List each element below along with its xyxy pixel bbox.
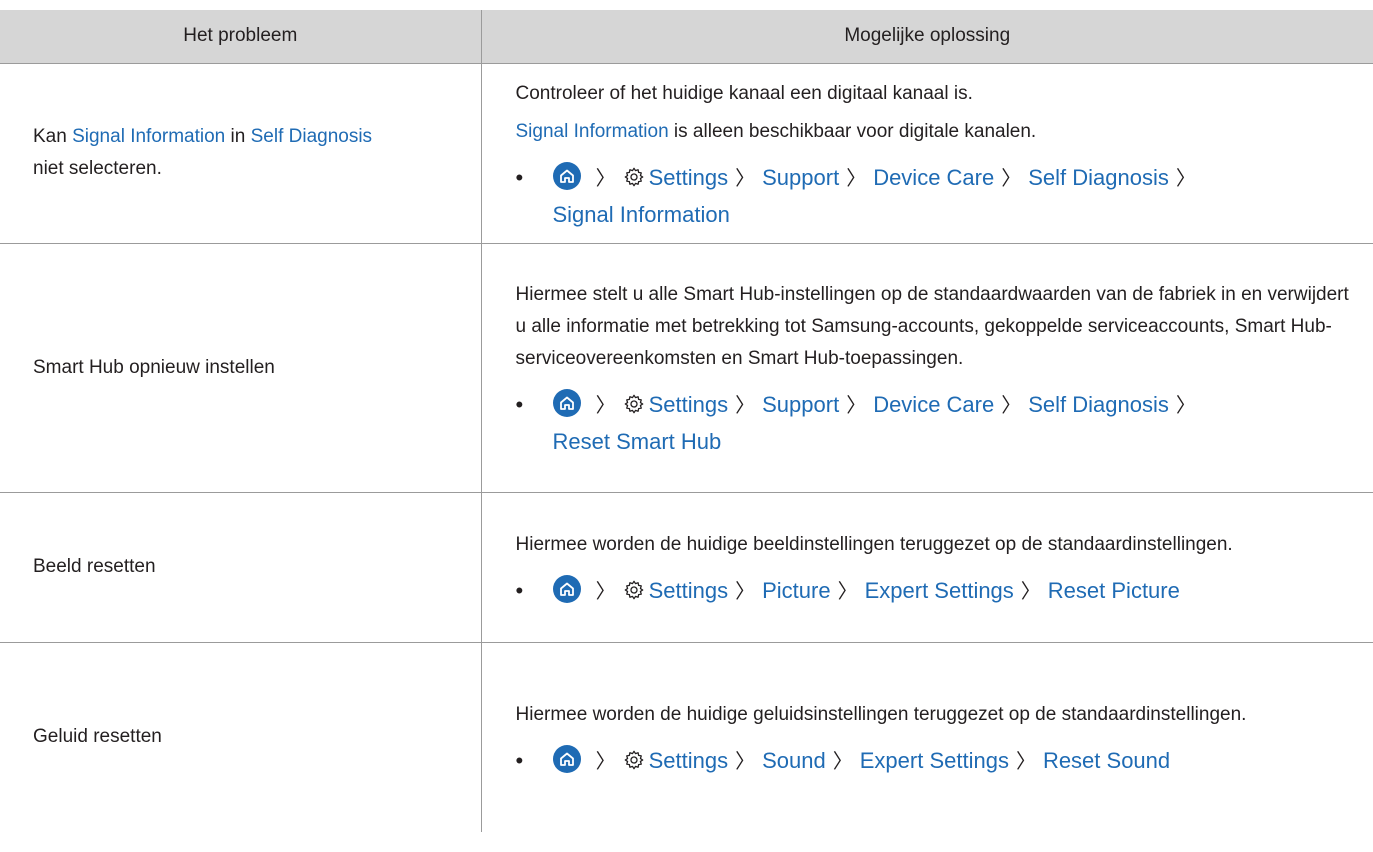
gear-icon: [624, 167, 643, 186]
solution-paragraph: Hiermee worden de huidige geluidsinstell…: [515, 703, 1247, 725]
problem-text-pre: Kan: [33, 126, 73, 147]
gear-icon: [624, 750, 643, 770]
menu-path-item[interactable]: Support: [762, 165, 839, 190]
menu-path: • 〉 Settings 〉 Sound 〉 Expert Settings 〉 Reset …: [516, 743, 1352, 780]
home-icon[interactable]: [552, 744, 581, 773]
problem-cell: Geluid resetten: [0, 642, 482, 832]
solution-cell: Hiermee worden de huidige geluidsinstell…: [481, 642, 1373, 832]
chevron-right-icon: 〉: [1175, 167, 1196, 190]
menu-path-item[interactable]: Settings: [649, 578, 729, 603]
chevron-right-icon: 〉: [1175, 395, 1196, 417]
chevron-right-icon: 〉: [595, 167, 616, 190]
menu-path: • 〉 Settings 〉 Support 〉 Device Care 〉 Self Dia…: [516, 160, 1352, 233]
bullet: •: [515, 164, 524, 190]
solution-paragraph: Signal Information is alleen beschikbaar…: [516, 116, 1352, 148]
troubleshooting-page: Het probleem Mogelijke oplossing Kan Sig…: [0, 0, 1373, 852]
menu-path-item[interactable]: Picture: [762, 578, 830, 603]
table-row: Beeld resetten Hiermee worden de huidige…: [0, 492, 1373, 643]
table-header-row: Het probleem Mogelijke oplossing: [0, 10, 1373, 64]
solution-paragraph: Controleer of het huidige kanaal een dig…: [516, 78, 1352, 110]
problem-text-post: niet selecteren.: [33, 158, 162, 179]
column-header-problem: Het probleem: [0, 10, 482, 64]
home-icon[interactable]: [552, 389, 581, 417]
menu-path-item[interactable]: Self Diagnosis: [1028, 392, 1169, 417]
solution-cell: Controleer of het huidige kanaal een dig…: [481, 63, 1373, 244]
menu-path-item[interactable]: Expert Settings: [860, 748, 1009, 773]
solution-text: Controleer of het huidige kanaal een dig…: [515, 82, 973, 104]
column-header-solution: Mogelijke oplossing: [481, 10, 1373, 64]
menu-path-item[interactable]: Expert Settings: [865, 578, 1014, 603]
menu-path: • 〉 Settings 〉 Support 〉 Device Care 〉 Self Dia…: [516, 387, 1352, 460]
solution-cell: Hiermee stelt u alle Smart Hub-instellin…: [481, 243, 1373, 493]
table-row: Kan Signal Information in Self Diagnosis…: [0, 63, 1373, 244]
chevron-right-icon: 〉: [735, 750, 756, 773]
chevron-right-icon: 〉: [837, 580, 858, 603]
problem-text-mid: in: [225, 126, 251, 147]
chevron-right-icon: 〉: [832, 750, 853, 773]
problem-cell: Beeld resetten: [0, 492, 482, 643]
chevron-right-icon: 〉: [595, 395, 616, 417]
table-row: Smart Hub opnieuw instellen Hiermee stel…: [0, 243, 1373, 493]
chevron-right-icon: 〉: [846, 395, 867, 417]
chevron-right-icon: 〉: [1001, 167, 1022, 190]
menu-path-item[interactable]: Settings: [649, 748, 729, 773]
chevron-right-icon: 〉: [1020, 580, 1041, 603]
menu-path-item[interactable]: Device Care: [873, 165, 994, 190]
gear-icon: [624, 394, 643, 414]
problem-cell: Smart Hub opnieuw instellen: [0, 243, 482, 493]
menu-path-item[interactable]: Reset Picture: [1048, 578, 1180, 603]
chevron-right-icon: 〉: [595, 580, 616, 603]
self-diagnosis-link[interactable]: Self Diagnosis: [251, 126, 372, 147]
menu-path: • 〉 Settings 〉 Picture 〉 Expert Settings 〉 Rese…: [516, 573, 1352, 610]
menu-path-item[interactable]: Self Diagnosis: [1028, 165, 1169, 190]
chevron-right-icon: 〉: [1001, 395, 1022, 417]
signal-information-link[interactable]: Signal Information: [72, 126, 225, 147]
solution-paragraph: Hiermee stelt u alle Smart Hub-instellin…: [515, 284, 1349, 369]
solution-paragraph: Hiermee worden de huidige beeldinstellin…: [515, 533, 1233, 555]
solution-text: is alleen beschikbaar voor digitale kana…: [668, 120, 1037, 142]
bullet: •: [515, 747, 524, 773]
menu-path-item[interactable]: Support: [762, 392, 839, 417]
home-icon[interactable]: [552, 574, 581, 603]
menu-path-item[interactable]: Device Care: [873, 392, 994, 417]
chevron-right-icon: 〉: [1015, 750, 1036, 773]
chevron-right-icon: 〉: [735, 167, 756, 190]
menu-path-item[interactable]: Reset Smart Hub: [553, 429, 722, 454]
menu-path-item[interactable]: Sound: [762, 748, 826, 773]
bullet: •: [515, 392, 524, 417]
bullet: •: [515, 577, 524, 603]
problem-cell: Kan Signal Information in Self Diagnosis…: [0, 63, 482, 244]
troubleshooting-table: Het probleem Mogelijke oplossing Kan Sig…: [0, 10, 1373, 832]
menu-path-item[interactable]: Settings: [649, 392, 729, 417]
menu-path-item[interactable]: Signal Information: [553, 202, 730, 227]
menu-path-item[interactable]: Settings: [649, 165, 729, 190]
chevron-right-icon: 〉: [735, 395, 756, 417]
gear-icon: [624, 580, 643, 599]
home-icon[interactable]: [552, 161, 581, 190]
menu-path-item[interactable]: Reset Sound: [1043, 748, 1170, 773]
signal-information-link[interactable]: Signal Information: [516, 121, 669, 142]
table-row: Geluid resetten Hiermee worden de huidig…: [0, 642, 1373, 832]
solution-cell: Hiermee worden de huidige beeldinstellin…: [481, 492, 1373, 643]
chevron-right-icon: 〉: [595, 750, 616, 773]
chevron-right-icon: 〉: [735, 580, 756, 603]
chevron-right-icon: 〉: [846, 167, 867, 190]
